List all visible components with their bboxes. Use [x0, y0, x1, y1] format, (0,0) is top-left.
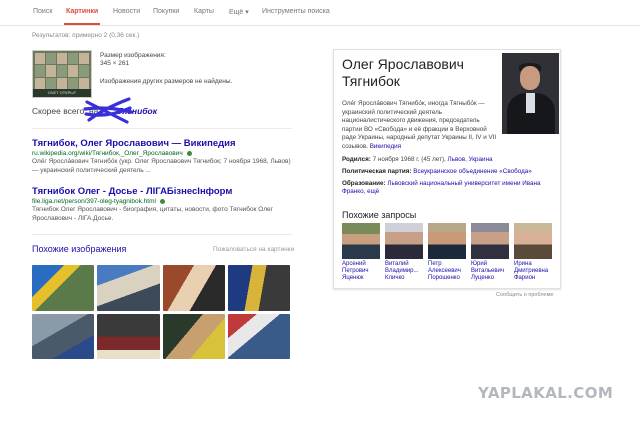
kp-related-name: Юрий Витальевич Луценко	[471, 261, 504, 281]
image-size-label: Размер изображения:	[100, 52, 166, 59]
dropdown-arrow-icon[interactable]	[186, 150, 192, 156]
thumbnail-photo-grid	[33, 51, 91, 91]
similar-image[interactable]	[227, 313, 290, 359]
search-result: Тягнибок Олег - Досье - ЛІГАБізнесІнформ…	[32, 186, 297, 223]
kp-fact-education: Образование: Львовский национальный унив…	[342, 180, 541, 196]
result-title-link[interactable]: Тягнибок, Олег Ярославович — Википедия	[32, 138, 297, 149]
tab-search-tools[interactable]: Инструменты поиска	[262, 8, 330, 15]
tab-search[interactable]: Поиск	[33, 8, 52, 15]
result-title-link[interactable]: Тягнибок Олег - Досье - ЛІГАБізнесІнформ	[32, 186, 297, 197]
kp-related-photo	[385, 223, 423, 259]
kp-related-heading: Похожие запросы	[342, 210, 417, 220]
results-stats: Результатов: примерно 2 (0,36 сек.)	[32, 32, 140, 39]
similar-image[interactable]	[162, 313, 225, 359]
kp-fact-born: Родился: 7 ноября 1968 г. (45 лет), Льво…	[342, 156, 493, 163]
similar-image[interactable]	[32, 265, 95, 311]
image-size-value: 345 × 261	[100, 60, 130, 67]
similar-image[interactable]	[97, 265, 160, 311]
active-tab-underline	[64, 23, 100, 25]
kp-related-photo	[342, 223, 380, 259]
other-sizes-note: Изображения других размеров не найдены.	[100, 78, 233, 85]
scribble-annotation	[83, 97, 133, 124]
kp-portrait-photo[interactable]	[502, 53, 559, 134]
result-url: file.liga.net/person/397-oleg-tyagnibok.…	[32, 198, 297, 205]
kp-related-photo	[428, 223, 466, 259]
kp-report-problem-link[interactable]: Сообщить о проблеме	[496, 292, 553, 298]
site-watermark: YAPLAKAL.COM	[478, 384, 614, 402]
tab-news[interactable]: Новости	[113, 8, 140, 15]
kp-related-person[interactable]: Виталий Владимир... Кличко	[385, 223, 423, 281]
dropdown-arrow-icon[interactable]	[159, 198, 165, 204]
similar-image[interactable]	[227, 265, 290, 311]
kp-fact-party: Политическая партия: Всеукраинское объед…	[342, 168, 532, 175]
tab-more[interactable]: Ещё ▾	[229, 8, 249, 16]
similar-image[interactable]	[97, 313, 160, 359]
tab-images[interactable]: Картинки	[66, 8, 98, 15]
kp-born-place-link[interactable]: Львов, Украина	[448, 156, 493, 163]
kp-related-person[interactable]: Арсений Петрович Яценюк	[342, 223, 380, 281]
kp-related-person[interactable]: Петр Алексеевич Порошенко	[428, 223, 466, 281]
knowledge-panel: Олег Ярославович Тягнибок Оле́г Яросла́в…	[333, 49, 561, 289]
tab-maps[interactable]: Карты	[194, 8, 214, 15]
search-tabs-bar: Поиск Картинки Новости Покупки Карты Ещё…	[0, 0, 640, 26]
kp-related-photo	[471, 223, 509, 259]
kp-related-person[interactable]: Юрий Витальевич Луценко	[471, 223, 509, 281]
kp-related-name: Петр Алексеевич Порошенко	[428, 261, 461, 281]
similar-images-grid	[32, 265, 290, 359]
result-snippet: Тягнибок Олег Ярославович - биография, ц…	[32, 206, 274, 222]
kp-related-name: Арсений Петрович Яценюк	[342, 261, 369, 281]
kp-related-person[interactable]: Ирина Дмитриевна Фарион	[514, 223, 552, 281]
query-image-thumbnail[interactable]: ОЧЕТ ОТКРЫТ	[32, 50, 92, 98]
similar-image[interactable]	[32, 313, 95, 359]
divider	[32, 128, 292, 129]
kp-related-photo	[514, 223, 552, 259]
image-size-info: Размер изображения: 345 × 261	[100, 52, 166, 68]
search-result: Тягнибок, Олег Ярославович — Википедия r…	[32, 138, 297, 175]
divider	[32, 234, 292, 235]
kp-related-name: Ирина Дмитриевна Фарион	[514, 261, 549, 281]
result-snippet: Оле́г Яросла́вович Тягнибо́к (укр. Олег …	[32, 158, 291, 174]
similar-image[interactable]	[162, 265, 225, 311]
similar-images-heading[interactable]: Похожие изображения	[32, 244, 126, 254]
tab-shopping[interactable]: Покупки	[153, 8, 179, 15]
kp-related-name: Виталий Владимир... Кличко	[385, 261, 419, 281]
result-url: ru.wikipedia.org/wiki/Тягнибок,_Олег_Яро…	[32, 150, 297, 157]
report-images-link[interactable]: Пожаловаться на картинки	[213, 246, 294, 253]
kp-party-link[interactable]: Всеукраинское объединение «Свобода»	[413, 168, 532, 175]
kp-title: Олег Ярославович Тягнибок	[342, 56, 464, 89]
kp-wikipedia-link[interactable]: Википедия	[370, 143, 401, 150]
kp-description: Оле́г Яросла́вович Тягнибо́к, иногда Тяг…	[342, 100, 497, 150]
